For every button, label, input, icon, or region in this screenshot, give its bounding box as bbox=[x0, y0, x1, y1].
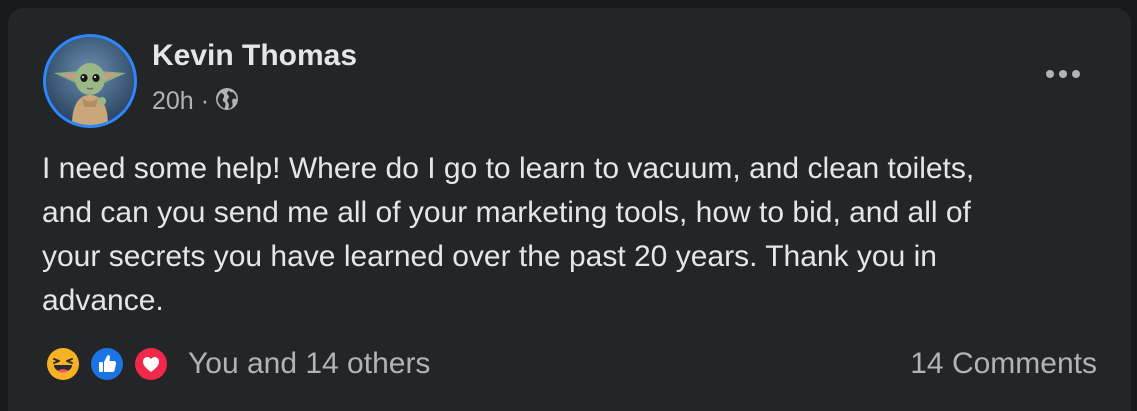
post-body-line: advance. bbox=[42, 284, 164, 317]
love-icon bbox=[133, 346, 169, 382]
reactions-count[interactable]: You and 14 others bbox=[188, 347, 430, 381]
post-body: I need some help! Where do I go to learn… bbox=[42, 147, 1112, 323]
post-body-line: your secrets you have learned over the p… bbox=[42, 240, 937, 273]
reactions-summary[interactable]: You and 14 others bbox=[45, 344, 430, 384]
author-name[interactable]: Kevin Thomas bbox=[152, 39, 357, 73]
more-options-button[interactable] bbox=[1041, 62, 1085, 86]
reaction-icons bbox=[45, 344, 173, 384]
post-body-line: I need some help! Where do I go to learn… bbox=[42, 152, 975, 185]
more-options-icon bbox=[1059, 70, 1067, 78]
post-body-line: and can you send me all of your marketin… bbox=[42, 196, 971, 229]
comments-count[interactable]: 14 Comments bbox=[910, 344, 1097, 384]
more-options-icon bbox=[1046, 70, 1054, 78]
author-avatar[interactable] bbox=[43, 34, 137, 128]
haha-icon bbox=[45, 346, 81, 382]
globe-icon[interactable] bbox=[214, 86, 240, 119]
baby-alien-avatar-icon bbox=[46, 37, 134, 125]
like-icon bbox=[89, 346, 125, 382]
post-timestamp[interactable]: 20h bbox=[152, 87, 194, 116]
post-card: Kevin Thomas 20h · I need some help! Whe… bbox=[8, 8, 1131, 411]
more-options-icon bbox=[1072, 70, 1080, 78]
post-meta: 20h · bbox=[152, 86, 240, 116]
meta-separator: · bbox=[200, 86, 210, 115]
